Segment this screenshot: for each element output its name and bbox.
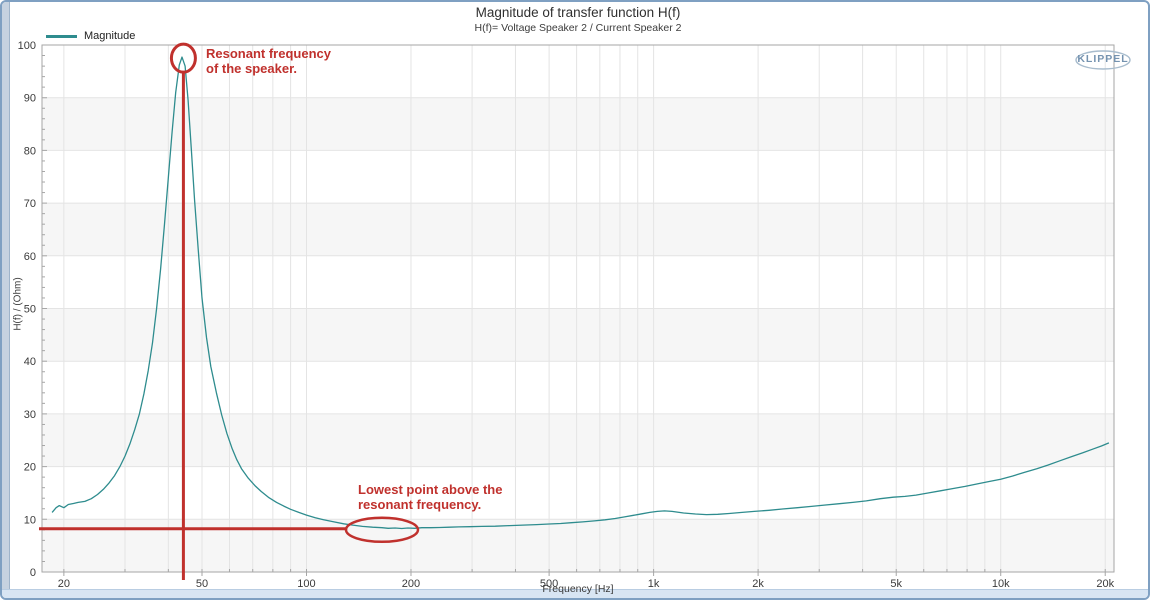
y-tick-label: 20: [24, 462, 36, 474]
y-tick-label: 70: [24, 198, 36, 210]
klippel-logo: KLIPPEL: [1074, 46, 1132, 72]
chart-subtitle: H(f)= Voltage Speaker 2 / Current Speake…: [475, 22, 682, 34]
x-axis-title: Frequency [Hz]: [542, 583, 613, 595]
annotation-lowest-point: Lowest point above the resonant frequenc…: [358, 482, 502, 512]
y-tick-label: 60: [24, 251, 36, 263]
annotation-line: Resonant frequency: [206, 46, 331, 61]
y-axis-title: H(f) / (Ohm): [13, 277, 24, 330]
legend-line-swatch: [46, 35, 77, 38]
y-tick-label: 10: [24, 514, 36, 526]
y-tick-label: 100: [18, 40, 36, 52]
y-tick-label: 90: [24, 93, 36, 105]
annotation-line: of the speaker.: [206, 61, 297, 76]
y-tick-label: 0: [30, 567, 36, 579]
chart-title: Magnitude of transfer function H(f): [476, 5, 681, 20]
annotation-line: Lowest point above the: [358, 482, 502, 497]
legend-label: Magnitude: [84, 30, 135, 42]
band: [42, 203, 1114, 256]
transfer-function-chart: 010203040506070809010020501002005001k2k5…: [2, 2, 1150, 600]
band: [42, 414, 1114, 467]
y-tick-label: 50: [24, 304, 36, 316]
y-tick-label: 80: [24, 145, 36, 157]
y-tick-label: 40: [24, 356, 36, 368]
legend-item-magnitude[interactable]: Magnitude: [46, 30, 135, 42]
left-panel-edge: [2, 2, 10, 598]
band: [42, 98, 1114, 151]
klippel-logo-text: KLIPPEL: [1077, 53, 1128, 65]
y-tick-label: 30: [24, 409, 36, 421]
klippel-measurement-window: 010203040506070809010020501002005001k2k5…: [0, 0, 1150, 600]
band: [42, 309, 1114, 362]
resonance-peak-circle: [171, 44, 195, 72]
band: [42, 519, 1114, 572]
annotation-line: resonant frequency.: [358, 497, 481, 512]
annotation-resonant-frequency: Resonant frequency of the speaker.: [206, 46, 331, 76]
